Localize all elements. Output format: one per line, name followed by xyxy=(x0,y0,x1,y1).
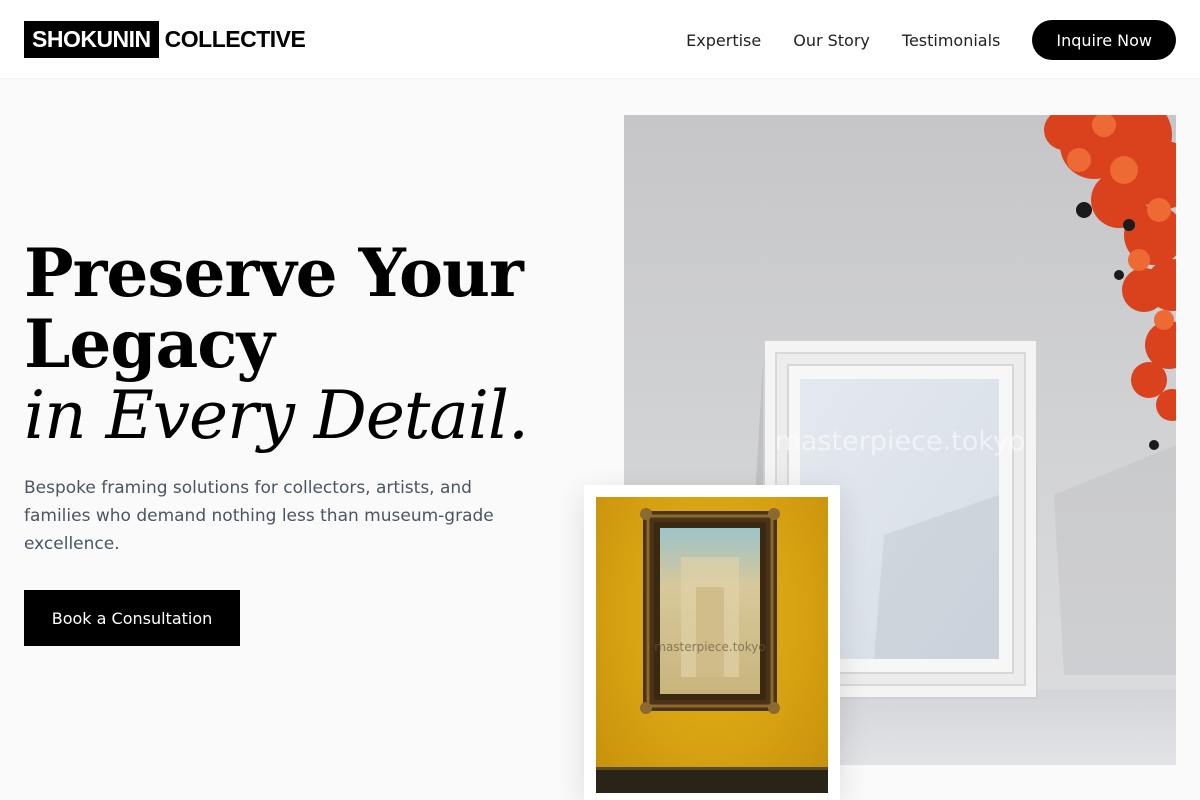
card-image-watermark: masterpiece.tokyo xyxy=(654,640,765,654)
hero-title-line-2: Legacy xyxy=(24,305,275,383)
site-header: SHOKUNIN COLLECTIVE Expertise Our Story … xyxy=(0,0,1200,79)
hero-subtitle: Bespoke framing solutions for collectors… xyxy=(24,478,494,554)
main-nav: Expertise Our Story Testimonials Inquire… xyxy=(686,20,1176,60)
featured-frame-card: masterpiece.tokyo xyxy=(584,485,840,800)
inquire-now-button[interactable]: Inquire Now xyxy=(1032,20,1176,60)
logo[interactable]: SHOKUNIN COLLECTIVE xyxy=(24,21,306,58)
nav-link-expertise[interactable]: Expertise xyxy=(686,31,761,50)
ornate-frame-illustration: masterpiece.tokyo xyxy=(596,508,828,793)
hero-title: Preserve Your Legacy xyxy=(24,238,584,380)
nav-link-testimonials[interactable]: Testimonials xyxy=(902,31,1001,50)
hero-title-line-1: Preserve Your xyxy=(24,234,524,312)
logo-mark: SHOKUNIN xyxy=(24,21,159,58)
logo-text: COLLECTIVE xyxy=(164,26,306,52)
book-consultation-button[interactable]: Book a Consultation xyxy=(24,590,240,646)
hero-title-italic: in Every Detail. xyxy=(24,377,529,454)
main-image-watermark: masterpiece.tokyo xyxy=(775,426,1026,457)
nav-link-our-story[interactable]: Our Story xyxy=(793,31,870,50)
ornate-frame-image: masterpiece.tokyo xyxy=(596,497,828,793)
